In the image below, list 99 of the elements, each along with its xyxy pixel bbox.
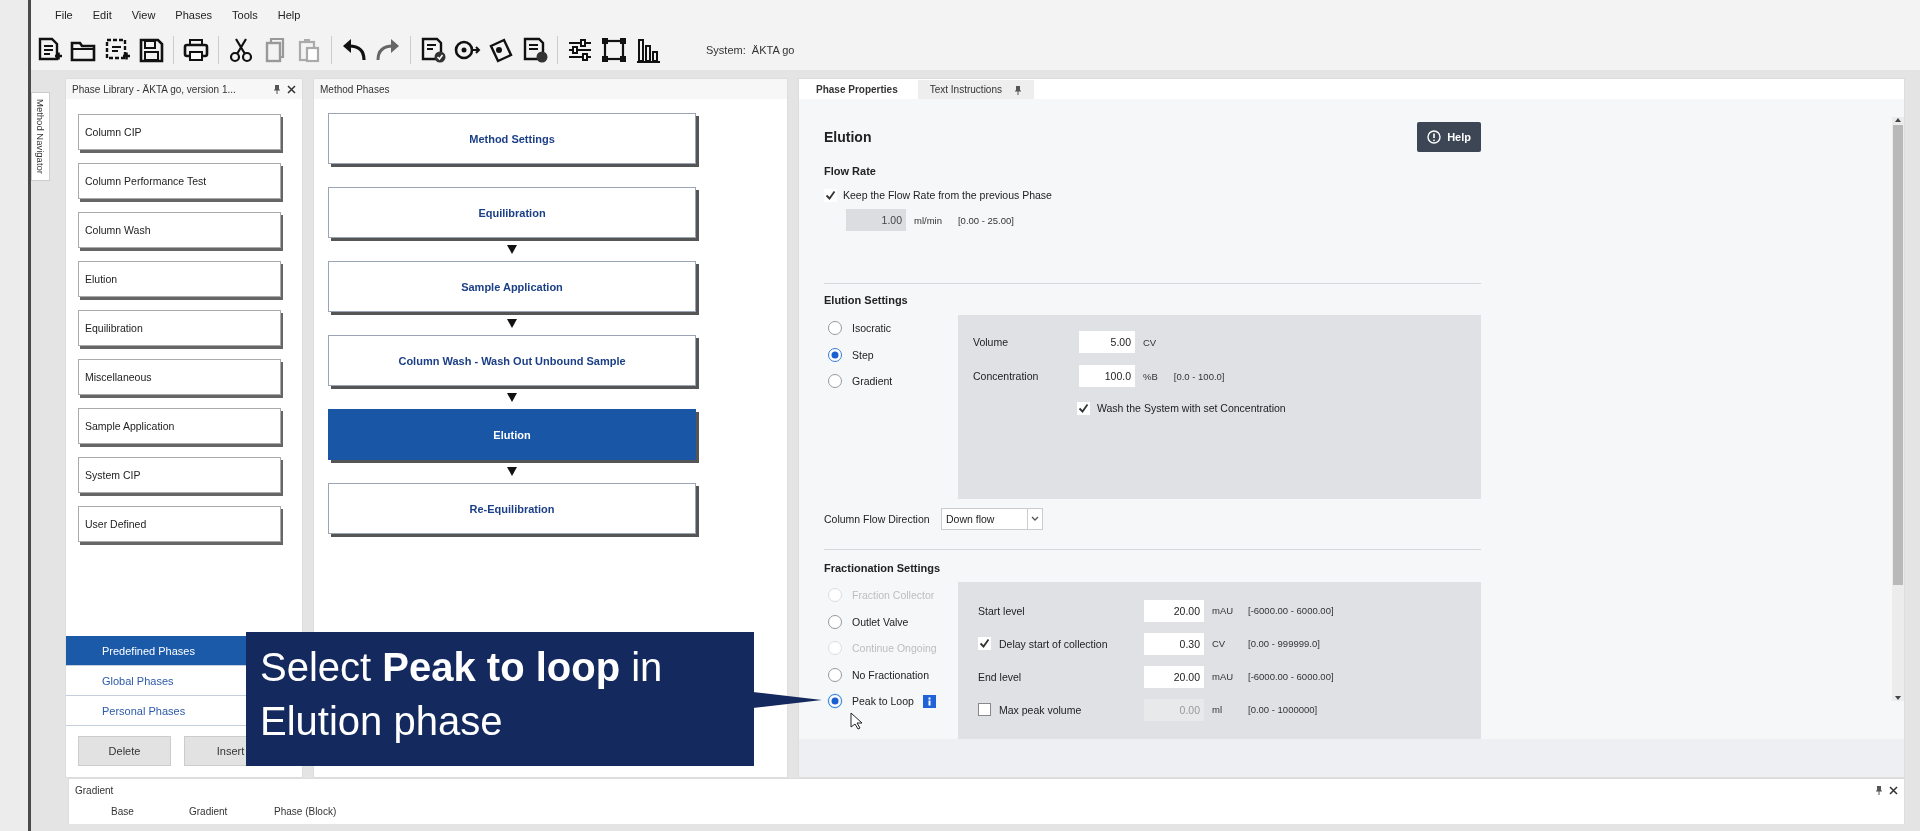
field-label: Volume [973, 336, 1010, 348]
phase-item[interactable]: Equilibration [78, 310, 281, 346]
unit-label: mAU [1212, 671, 1234, 682]
checkbox-label: Wash the System with set Concentration [1097, 402, 1286, 414]
dropdown[interactable]: Down flow [941, 508, 1043, 530]
phase-item[interactable]: Column CIP [78, 114, 281, 150]
input-field[interactable]: 20.00 [1144, 665, 1204, 688]
bar-chart-icon[interactable] [634, 36, 662, 64]
phase-block[interactable]: Method Settings [328, 113, 696, 164]
radio-button[interactable] [827, 373, 843, 390]
menu-item[interactable]: File [45, 9, 83, 21]
phase-item[interactable]: Column Wash [78, 212, 281, 248]
checkbox-label: Keep the Flow Rate from the previous Phase [843, 189, 1052, 201]
unit-label: CV [1212, 638, 1227, 649]
panel-title: Method Phases [320, 83, 390, 95]
menu-item[interactable]: View [121, 9, 166, 21]
unit-label: %B [1143, 370, 1158, 382]
range-label: [0.00 - 999999.0] [1248, 638, 1321, 649]
mouse-cursor-icon [850, 712, 862, 730]
document-check-icon[interactable] [419, 36, 447, 64]
radio-button[interactable] [827, 320, 843, 337]
help-icon [1427, 130, 1442, 144]
radio-button[interactable] [827, 346, 843, 363]
help-button[interactable]: Help [1417, 122, 1481, 152]
phase-block[interactable]: Sample Application [328, 261, 696, 312]
instruction-tooltip: Select Peak to loop in Elution phase [246, 632, 754, 766]
menu-item[interactable]: Tools [222, 9, 268, 21]
checkbox-label: Max peak volume [999, 703, 1082, 716]
phase-item[interactable]: User Defined [78, 506, 281, 542]
unit-label: ml/min [914, 214, 942, 226]
range-label: [0.0 - 100.0] [1173, 370, 1225, 382]
range-label: [-6000.00 - 6000.00] [1248, 671, 1334, 682]
range-label: [-6000.00 - 6000.00] [1248, 605, 1334, 616]
unit-label: ml [1212, 704, 1224, 715]
radio-label: Peak to Loop [852, 695, 914, 708]
pin-icon[interactable] [1014, 84, 1022, 95]
pin-icon[interactable] [1875, 785, 1883, 795]
phase-block[interactable]: Equilibration [328, 187, 696, 238]
range-label: [0.00 - 25.00] [958, 214, 1014, 226]
field-label: End level [978, 670, 1023, 683]
input-field[interactable]: 5.00 [1079, 331, 1135, 353]
pin-icon[interactable] [273, 84, 281, 94]
range-label: [0.00 - 1000000] [1248, 704, 1319, 715]
radio-label: Continue Ongoing [852, 642, 937, 655]
field-label: Concentration [973, 370, 1040, 382]
column-header: Base [111, 805, 135, 817]
print-icon[interactable] [182, 36, 210, 64]
panel-title: Phase Library - ÄKTA go, version 1... [72, 83, 237, 95]
panel-title: Gradient [75, 784, 115, 796]
input-field[interactable]: 0.30 [1144, 632, 1204, 655]
column-header: Gradient [189, 805, 229, 817]
phase-item[interactable]: Elution [78, 261, 281, 297]
radio-label: Fraction Collector [852, 589, 935, 602]
radio-label: No Fractionation [852, 668, 930, 681]
system-label: System: ÄKTA go [706, 44, 795, 56]
scroll-up-icon[interactable] [1894, 117, 1902, 123]
phase-item[interactable]: Sample Application [78, 408, 281, 444]
unit-label: CV [1143, 336, 1158, 348]
radio-label: Outlet Valve [852, 615, 909, 628]
square-handles-icon[interactable] [600, 36, 628, 64]
cut-icon[interactable] [227, 36, 255, 64]
phase-item[interactable]: System CIP [78, 457, 281, 493]
radio-label: Step [852, 348, 874, 361]
document-badge-icon[interactable] [521, 36, 549, 64]
sliders-icon[interactable] [566, 36, 594, 64]
scroll-down-icon[interactable] [1894, 695, 1902, 701]
radio-button[interactable] [827, 666, 843, 683]
section-heading: Fractionation Settings [824, 561, 942, 576]
phase-block[interactable]: Column Wash - Wash Out Unbound Sample [328, 335, 696, 386]
input-field[interactable]: 20.00 [1144, 599, 1204, 622]
action-button[interactable]: Delete [78, 736, 171, 766]
side-tab[interactable]: Method Navigator [31, 92, 50, 181]
checkbox-label: Delay start of collection [999, 637, 1108, 650]
column-header: Phase (Block) [274, 805, 338, 817]
tab[interactable]: Text Instructions [917, 80, 1034, 99]
unit-label: mAU [1212, 605, 1234, 616]
phase-block[interactable]: Re-Equilibration [328, 483, 696, 534]
menu-item[interactable]: Phases [165, 9, 223, 21]
phase-item[interactable]: Column Performance Test [78, 163, 281, 199]
save-icon[interactable] [137, 36, 165, 64]
section-title: Elution [824, 129, 872, 145]
scrollbar[interactable] [1892, 117, 1904, 701]
tag-icon[interactable] [487, 36, 515, 64]
close-icon[interactable] [1889, 785, 1898, 795]
info-icon[interactable] [922, 694, 936, 708]
field-label: Column Flow Direction [824, 513, 931, 525]
radio-label: Isocratic [852, 322, 892, 335]
menu-item[interactable]: Help [267, 9, 311, 21]
menu-item[interactable]: Edit [82, 9, 122, 21]
radio-button[interactable] [827, 693, 843, 710]
radio-label: Gradient [852, 375, 893, 388]
radio-button[interactable] [827, 613, 843, 630]
input-field[interactable]: 100.0 [1079, 365, 1135, 387]
phase-item[interactable]: Miscellaneous [78, 359, 281, 395]
phase-block[interactable]: Elution [328, 409, 696, 460]
field-label: Start level [978, 604, 1026, 617]
section-heading: Flow Rate [824, 164, 877, 179]
close-icon[interactable] [287, 84, 296, 94]
section-heading: Elution Settings [824, 293, 909, 308]
